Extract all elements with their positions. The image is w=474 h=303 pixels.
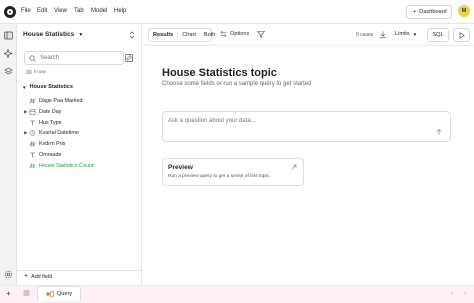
sidebar-divider (17, 270, 142, 271)
hash-icon (29, 97, 37, 104)
link-icon (26, 69, 32, 74)
download-icon[interactable] (379, 31, 387, 39)
layers-icon[interactable] (4, 67, 13, 76)
query-tab-label: Query (56, 291, 73, 297)
tab-chart[interactable]: Chart (178, 32, 200, 38)
toolbar-divider (142, 45, 474, 46)
menu-tab[interactable]: Tab (74, 8, 84, 14)
chevron-down-icon: ▼ (22, 84, 27, 90)
app-logo-dot (9, 11, 11, 13)
preview-description: Run a preview query to get a sense of th… (168, 174, 271, 179)
icon-rail (0, 24, 17, 285)
field-label: Kvdrm Pris (39, 140, 66, 147)
next-tab-icon[interactable]: › (464, 290, 466, 297)
search-icon (29, 54, 36, 62)
hamburger-menu-icon[interactable] (23, 290, 30, 296)
ask-question-placeholder: Ask a question about your data... (168, 118, 256, 124)
menubar (0, 0, 474, 24)
search-placeholder: Search (40, 55, 60, 61)
view-mode-segmented: Results Chart Both (148, 28, 215, 42)
ask-question-input[interactable] (162, 111, 451, 142)
field-label: Dage Paa Marked (39, 97, 83, 104)
page-title: House Statistics topic (162, 67, 277, 79)
settings-gear-icon[interactable] (4, 270, 13, 279)
row-count: 0 cases (356, 32, 374, 38)
field-item[interactable]: ▶ Kvartal Datetime (24, 128, 79, 137)
plus-icon: + (413, 9, 417, 15)
expand-arrow-icon (291, 164, 297, 170)
field-label: Hus Type (39, 119, 62, 126)
field-item[interactable]: Omraade (24, 150, 61, 159)
explore-title: House Statistics (23, 31, 75, 38)
menu-help[interactable]: Help (114, 8, 126, 14)
options-button[interactable]: Options (220, 31, 249, 37)
run-button[interactable] (453, 28, 470, 42)
hash-icon (29, 140, 37, 147)
menu-view[interactable]: View (54, 8, 67, 14)
explore-title-dropdown[interactable]: House Statistics ▼ (23, 31, 83, 38)
add-field-label: Add field (31, 273, 53, 280)
caret-down-icon: ▼ (412, 31, 418, 37)
plus-icon: + (24, 273, 29, 280)
previous-tab-icon[interactable]: ‹ (451, 290, 453, 297)
field-label: Kvartal Datetime (39, 129, 79, 136)
field-label: Date Day (39, 108, 62, 115)
field-search-input[interactable]: Search (24, 51, 124, 65)
sparkle-icon[interactable] (4, 49, 13, 58)
sort-toggle-icon[interactable] (129, 31, 135, 39)
menu-file[interactable]: File (21, 8, 31, 14)
filter-icon[interactable] (257, 31, 265, 38)
text-type-icon (29, 120, 37, 126)
view-name: House Statistics (29, 84, 73, 90)
preview-card[interactable] (162, 158, 304, 186)
send-arrow-icon[interactable] (435, 128, 443, 136)
dashboard-button-label: Dashboard (419, 9, 447, 15)
options-label: Options (230, 31, 250, 37)
limits-label: Limits (395, 31, 410, 37)
sql-button[interactable]: SQL (427, 28, 449, 42)
field-item[interactable]: ▶ Date Day (24, 107, 61, 116)
caret-down-icon: ▼ (78, 31, 84, 38)
menu-model[interactable]: Model (91, 8, 107, 14)
new-tab-plus-icon[interactable]: + (6, 289, 11, 298)
field-item[interactable]: Hus Type (24, 118, 62, 127)
clock-icon (29, 129, 37, 136)
tab-both[interactable]: Both (200, 32, 220, 38)
field-label: Omraade (39, 151, 62, 158)
limits-dropdown[interactable]: Limits ▼ (395, 31, 417, 37)
page-subtitle: Choose some fields or run a sample query… (162, 81, 312, 87)
tab-results[interactable]: Results (149, 32, 179, 38)
preview-title: Preview (168, 164, 193, 171)
text-type-icon (29, 152, 37, 158)
sliders-icon (220, 31, 227, 37)
measure-hash-icon (29, 162, 37, 169)
field-label: House Statistics Count (39, 162, 94, 169)
in-use-label: In use (34, 69, 46, 74)
field-item[interactable]: Dage Paa Marked (24, 96, 82, 105)
create-field-icon[interactable] (125, 54, 133, 62)
in-use-filter[interactable]: In use (26, 69, 46, 74)
field-item[interactable]: House Statistics Count (24, 161, 94, 170)
avatar[interactable]: M (458, 5, 470, 17)
view-tree-header[interactable]: ▼ House Statistics (22, 84, 73, 90)
explore-panel-icon[interactable] (4, 31, 13, 40)
menu-edit[interactable]: Edit (37, 8, 47, 14)
calendar-icon (29, 109, 37, 115)
query-tab-icon (46, 291, 55, 297)
query-tab[interactable]: Query (37, 286, 81, 301)
play-icon (459, 31, 465, 39)
add-field-button[interactable]: + Add field (24, 273, 52, 280)
dashboard-button[interactable]: + Dashboard (406, 5, 452, 19)
field-item[interactable]: Kvdrm Pris (24, 139, 65, 148)
